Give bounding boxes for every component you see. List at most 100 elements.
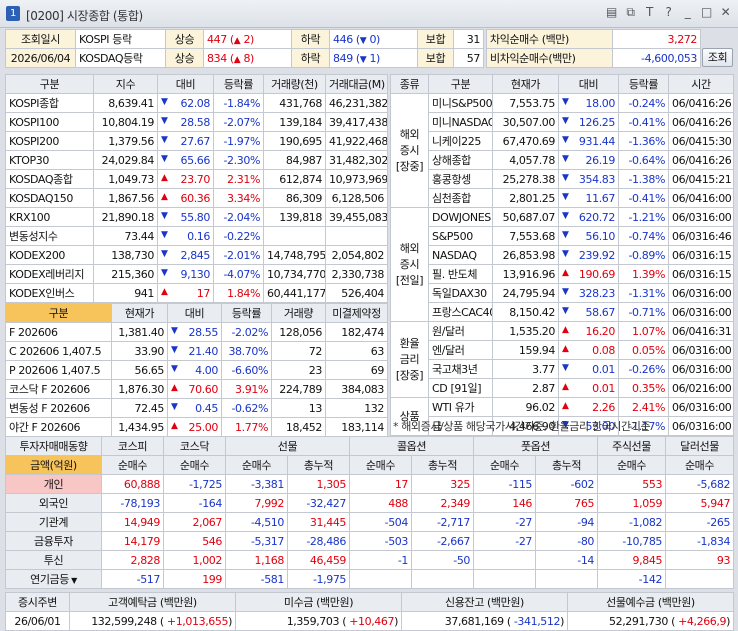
down-arrow-icon: ▼ xyxy=(562,229,569,240)
change-cell: ▼ 354.83 xyxy=(558,169,619,189)
current-value: 25,278.38 xyxy=(492,169,559,189)
change-value: 56.10 xyxy=(585,229,616,243)
table-row[interactable]: KODEX200 138,730 ▼ 2,845 -2.01% 14,748,795 2,0… xyxy=(5,245,388,265)
table-row[interactable]: 상품 WTI 유가 96.02 ▲ 2.26 2.41% 06/03 16:00 xyxy=(390,397,734,436)
table-row[interactable]: 해외 증시 [장중] 미니S&P500 7,553.75 ▼ 18.00 -0.24% 06… xyxy=(390,93,734,208)
change-rate: 1.07% xyxy=(618,321,669,341)
table-row[interactable]: 변동성 F 202606 72.45 ▼ 0.45 -0.62% 13 132 xyxy=(5,398,388,418)
current-value: 33.90 xyxy=(111,341,168,361)
change-cell: ▼ 9,130 xyxy=(157,264,214,284)
time: 16:00 xyxy=(701,191,732,205)
table-row[interactable]: KODEX인버스 941 ▲ 17 1.84% 60,441,177 526,404 xyxy=(5,283,388,303)
table-row[interactable]: C 202606 1,407.5 33.90 ▼ 21.40 38.70% 72 63 xyxy=(5,341,388,361)
table-row[interactable]: KOSDAQ종합 1,049.73 ▲ 23.70 2.31% 612,874 10,973… xyxy=(5,169,388,189)
change-cell: ▼ 21.40 xyxy=(167,341,222,361)
flow-value: -5,317 xyxy=(225,531,288,551)
change-rate: -1.21% xyxy=(618,207,669,227)
up-arrow-icon: ▲ xyxy=(171,382,178,393)
table-row[interactable]: 개인 60,888 -1,725 -3,381 1,305 17 325 -115 -602 55… xyxy=(5,474,735,494)
change-rate: -0.22% xyxy=(213,226,264,246)
instrument-name: 국고채3년 xyxy=(428,359,493,379)
close-icon[interactable]: ✕ xyxy=(719,5,732,20)
amount: 39,417,438 xyxy=(325,112,388,132)
table-row[interactable]: 홍콩항셍 25,278.38 ▼ 354.83 -1.38% 06/04 15:21 xyxy=(391,169,734,189)
down-arrow-icon: ▼ xyxy=(161,115,168,126)
change-value: 58.67 xyxy=(585,305,616,319)
table-row[interactable]: 환율 금리 [장중] 원/달러 1,535.20 ▲ 16.20 1.07% 06/04 16… xyxy=(390,321,734,398)
change-rate: -4.07% xyxy=(213,264,264,284)
column-subheader: 금액(억원) xyxy=(5,455,102,475)
table-row[interactable]: 엔/달러 159.94 ▲ 0.08 0.05% 06/03 16:00 xyxy=(391,340,734,360)
change-value: 23.70 xyxy=(180,172,211,186)
link-icon[interactable]: ▤ xyxy=(605,5,618,20)
kosdaq-rise-count: 834 xyxy=(207,51,227,65)
query-button[interactable]: 조회 xyxy=(702,48,733,67)
change-rate: -0.89% xyxy=(618,245,669,265)
table-row[interactable]: KRX100 21,890.18 ▼ 55.80 -2.04% 139,818 39,455… xyxy=(5,207,388,227)
change-rate: 3.34% xyxy=(213,188,264,208)
table-row[interactable]: 기관계 14,949 2,067 -4,510 31,445 -504 -2,717 -27-… xyxy=(5,512,735,532)
table-row[interactable]: 독일DAX30 24,795.94 ▼ 328.23 -1.31% 06/03 16:00 xyxy=(391,283,734,303)
up-arrow-icon: ▲ xyxy=(562,324,569,335)
date: 06/04 xyxy=(672,153,702,167)
volume: 224,789 xyxy=(271,379,326,399)
table-row[interactable]: KOSPI100 10,804.19 ▼ 28.58 -2.07% 139,184 39,4… xyxy=(5,112,388,132)
table-row[interactable]: 변동성지수 73.44 ▼ 0.16 -0.22% xyxy=(5,226,388,246)
minimize-icon[interactable]: _ xyxy=(681,5,694,20)
column-header: 대비 xyxy=(157,74,214,94)
down-arrow-icon: ▼ xyxy=(161,153,168,164)
table-row[interactable]: 국고채3년 3.77 ▼ 0.01 -0.26% 06/03 16:00 xyxy=(391,359,734,379)
column-subheader: 순매수 xyxy=(101,455,164,475)
column-header: 주식선물 xyxy=(597,436,667,456)
table-row[interactable]: 상해종합 4,057.78 ▼ 26.19 -0.64% 06/04 16:26 xyxy=(391,150,734,170)
chevron-down-icon[interactable]: ▼ xyxy=(69,576,77,585)
table-row[interactable]: 야간 F 202606 1,434.95 ▲ 25.00 1.77% 18,452 183,… xyxy=(5,417,388,437)
flow-value: 553 xyxy=(597,474,667,494)
table-row[interactable]: 필. 반도체 13,916.96 ▲ 190.69 1.39% 06/03 16:15 xyxy=(391,264,734,284)
current-value: 1,867.56 xyxy=(93,188,158,208)
table-row[interactable]: 니케이225 67,470.69 ▼ 931.44 -1.36% 06/04 15:30 xyxy=(391,131,734,151)
table-row[interactable]: 코스닥 F 202606 1,876.30 ▲ 70.60 3.91% 224,789 38… xyxy=(5,379,388,399)
arbitrage-value: 3,272 xyxy=(612,29,701,49)
table-row[interactable]: F 202606 1,381.40 ▼ 28.55 -2.02% 128,056 182,4… xyxy=(5,322,388,342)
investor-type[interactable]: 연기금등 ▼ xyxy=(5,569,102,589)
change-value: 65.66 xyxy=(180,153,211,167)
change-value: 2,845 xyxy=(180,248,211,262)
restore-icon[interactable]: ⧉ xyxy=(624,5,637,20)
table-row[interactable]: 외국인 -78,193 -164 7,992 -32,427 488 2,349 146 765… xyxy=(5,493,735,513)
table-row[interactable]: 연기금등 ▼ -517 199 -581 -1,975 -142 xyxy=(5,569,735,589)
table-row[interactable]: NASDAQ 26,853.98 ▼ 239.92 -0.89% 06/03 16:15 xyxy=(391,245,734,265)
column-header: 풋옵션 xyxy=(473,436,599,456)
table-row[interactable]: 프랑스CAC40 8,150.42 ▼ 58.67 -0.71% 06/03 16:00 xyxy=(391,302,734,322)
change-rate: -0.26% xyxy=(618,359,669,379)
time: 16:31 xyxy=(701,324,732,338)
time-cell: 06/03 16:00 xyxy=(668,397,734,417)
font-size-icon[interactable]: T xyxy=(643,5,656,20)
table-row[interactable]: 미니NASDAQ 30,507.00 ▼ 126.25 -0.41% 06/04 16:26 xyxy=(391,112,734,132)
instrument-name: NASDAQ xyxy=(428,245,493,265)
table-row[interactable]: KOSPI종합 8,639.41 ▼ 62.08 -1.84% 431,768 46,231… xyxy=(5,93,388,113)
flow-value: -1,975 xyxy=(286,569,351,589)
maximize-icon[interactable]: □ xyxy=(700,5,713,20)
table-row[interactable]: P 202606 1,407.5 56.65 ▼ 4.00 -6.60% 23 69 xyxy=(5,360,388,380)
table-row[interactable]: KTOP30 24,029.84 ▼ 65.66 -2.30% 84,987 31,482,… xyxy=(5,150,388,170)
table-row[interactable]: KOSPI200 1,379.56 ▼ 27.67 -1.97% 190,695 41,92… xyxy=(5,131,388,151)
table-row[interactable]: KOSDAQ150 1,867.56 ▲ 60.36 3.34% 86,309 6,128,… xyxy=(5,188,388,208)
table-row[interactable]: 금융투자 14,179 546 -5,317 -28,486 -503 -2,667 -27-… xyxy=(5,531,735,551)
flat-label: 보합 xyxy=(417,29,454,49)
table-row[interactable]: 투신 2,828 1,002 1,168 46,459 -1 -50 -14 9,845 93 xyxy=(5,550,735,570)
table-row[interactable]: CD [91일] 2.87 ▲ 0.01 0.35% 06/02 16:00 xyxy=(391,378,734,398)
volume: 128,056 xyxy=(271,322,326,342)
table-row[interactable]: S&P500 7,553.68 ▼ 56.10 -0.74% 06/03 16:46 xyxy=(391,226,734,246)
overseas-note: * 해외증시/상품 해당국가시간기준, 환율금리 한국시간기준 xyxy=(393,420,651,433)
window-number-badge: 1 xyxy=(6,6,20,21)
change-value: 9,130 xyxy=(180,267,211,281)
table-row[interactable]: 해외 증시 [전일] DOWJONES 50,687.07 ▼ 620.72 -1.21%… xyxy=(390,207,734,322)
time: 16:00 xyxy=(701,286,732,300)
flow-value: -27 xyxy=(473,531,537,551)
table-row[interactable]: 심천종합 2,801.25 ▼ 11.67 -0.41% 06/04 16:00 xyxy=(391,188,734,208)
current-value: 1,535.20 xyxy=(492,321,559,341)
change-cell: ▲ 70.60 xyxy=(167,379,222,399)
help-icon[interactable]: ? xyxy=(662,5,675,20)
table-row[interactable]: KODEX레버리지 215,360 ▼ 9,130 -4.07% 10,734,770 2,… xyxy=(5,264,388,284)
